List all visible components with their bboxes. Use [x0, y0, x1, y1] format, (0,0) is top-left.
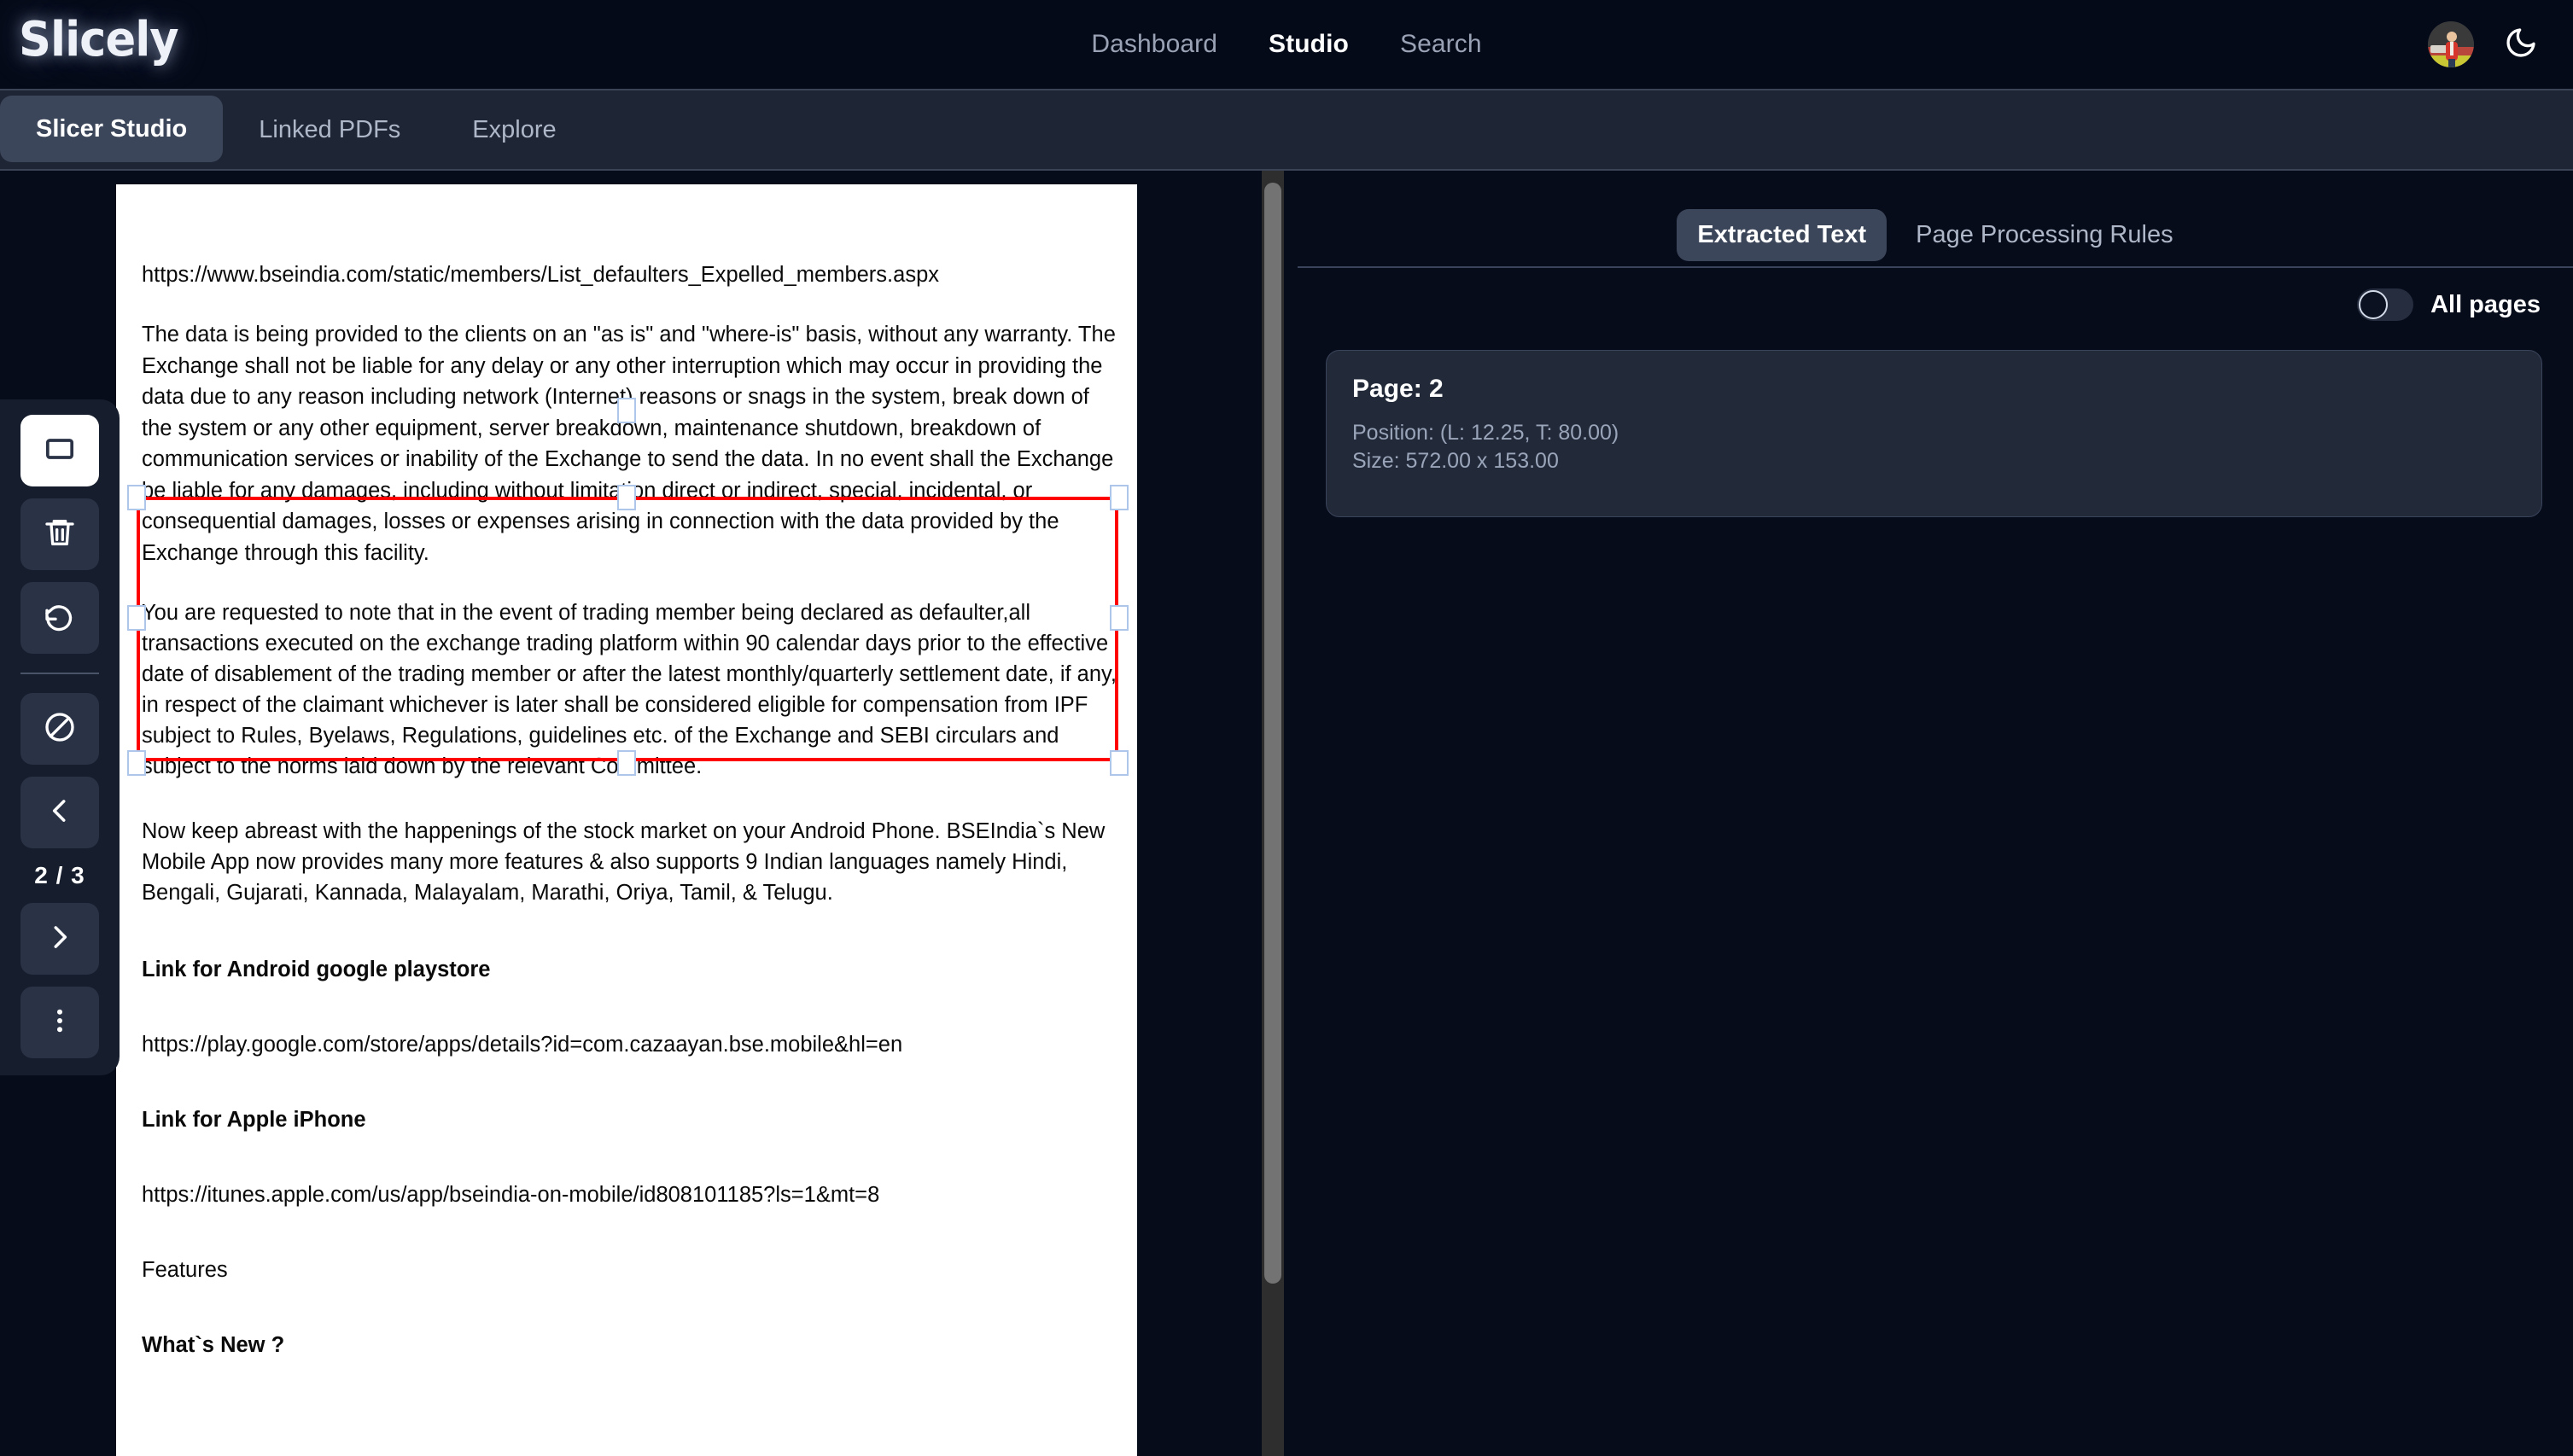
- top-bar: Slicely Dashboard Studio Search: [0, 0, 2573, 89]
- tab-explore[interactable]: Explore: [436, 90, 592, 169]
- undo-tool-button[interactable]: [20, 582, 99, 654]
- doc-selected-paragraph[interactable]: The data is being provided to the client…: [142, 319, 1123, 568]
- selection-handle-bottom-right[interactable]: [1110, 750, 1129, 776]
- pdf-page[interactable]: https://www.bseindia.com/static/members/…: [116, 184, 1137, 1456]
- right-panel-tabs: Extracted Text Page Processing Rules: [1298, 198, 2573, 271]
- doc-heading-android: Link for Android google playstore: [142, 958, 491, 981]
- document-scrollbar-thumb[interactable]: [1264, 183, 1281, 1284]
- card-position-label: Position: (L: 12.25, T: 80.00): [1352, 421, 1619, 445]
- doc-heading-apple: Link for Apple iPhone: [142, 1108, 366, 1132]
- nav-item-search[interactable]: Search: [1398, 26, 1484, 62]
- switch-knob: [2359, 290, 2389, 319]
- pdf-page-text: https://www.bseindia.com/static/members/…: [142, 184, 1123, 1389]
- all-pages-toggle-row: All pages: [2357, 288, 2541, 321]
- delete-tool-button[interactable]: [20, 498, 99, 570]
- selection-handle-top-center[interactable]: [617, 398, 636, 423]
- more-options-button[interactable]: [20, 987, 99, 1058]
- workspace-tab-strip: Slicer Studio Linked PDFs Explore: [0, 89, 2573, 171]
- nav-item-studio[interactable]: Studio: [1267, 26, 1351, 62]
- tab-page-processing-rules[interactable]: Page Processing Rules: [1895, 209, 2193, 261]
- selection-handle-bottom-left[interactable]: [127, 750, 146, 776]
- tab-extracted-text[interactable]: Extracted Text: [1677, 208, 1887, 261]
- all-pages-switch[interactable]: [2357, 288, 2414, 321]
- ban-icon: [43, 710, 77, 748]
- three-dots-icon: [44, 1005, 76, 1041]
- tab-linked-pdfs[interactable]: Linked PDFs: [223, 90, 436, 169]
- doc-url-line: https://www.bseindia.com/static/members/…: [142, 263, 939, 287]
- avatar[interactable]: [2428, 21, 2474, 67]
- chevron-right-icon: [44, 921, 76, 958]
- doc-features-heading: Features: [142, 1258, 228, 1282]
- selection-handle-top-mid[interactable]: [617, 485, 636, 510]
- doc-whats-new-heading: What`s New ?: [142, 1333, 285, 1357]
- right-panel-divider: [1298, 266, 2573, 268]
- selection-handle-top-left[interactable]: [127, 485, 146, 510]
- chevron-left-icon: [44, 795, 76, 831]
- doc-link-apple[interactable]: https://itunes.apple.com/us/app/bseindia…: [142, 1179, 1123, 1210]
- extracted-region-card[interactable]: Page: 2 Position: (L: 12.25, T: 80.00) S…: [1326, 350, 2542, 517]
- page-counter: 2 / 3: [34, 862, 85, 888]
- rectangle-tool-button[interactable]: [20, 415, 99, 486]
- main-navigation: Dashboard Studio Search: [0, 0, 2573, 89]
- previous-page-button[interactable]: [20, 777, 99, 848]
- pdf-viewer-pane[interactable]: https://www.bseindia.com/static/members/…: [0, 171, 1298, 1456]
- doc-paragraph-3: Now keep abreast with the happenings of …: [142, 819, 1106, 905]
- selection-handle-bottom-center[interactable]: [617, 750, 636, 776]
- theme-toggle-button[interactable]: [2491, 15, 2551, 74]
- selection-handle-middle-left[interactable]: [127, 605, 146, 631]
- toolbar-divider: [20, 673, 99, 674]
- selection-handle-middle-right[interactable]: [1110, 605, 1129, 631]
- trash-icon: [43, 515, 77, 554]
- clear-tool-button[interactable]: [20, 693, 99, 765]
- moon-icon: [2504, 26, 2538, 64]
- card-size-label: Size: 572.00 x 153.00: [1352, 449, 1559, 473]
- doc-link-android[interactable]: https://play.google.com/store/apps/detai…: [142, 1029, 1123, 1060]
- selection-handle-top-right[interactable]: [1110, 485, 1129, 510]
- undo-icon: [43, 599, 77, 638]
- card-page-label: Page: 2: [1352, 375, 1444, 403]
- next-page-button[interactable]: [20, 903, 99, 975]
- rectangle-icon: [43, 432, 77, 470]
- all-pages-label: All pages: [2430, 290, 2541, 318]
- nav-item-dashboard[interactable]: Dashboard: [1089, 26, 1219, 62]
- tab-slicer-studio[interactable]: Slicer Studio: [0, 96, 224, 162]
- editor-toolbar: 2 / 3: [0, 399, 120, 1075]
